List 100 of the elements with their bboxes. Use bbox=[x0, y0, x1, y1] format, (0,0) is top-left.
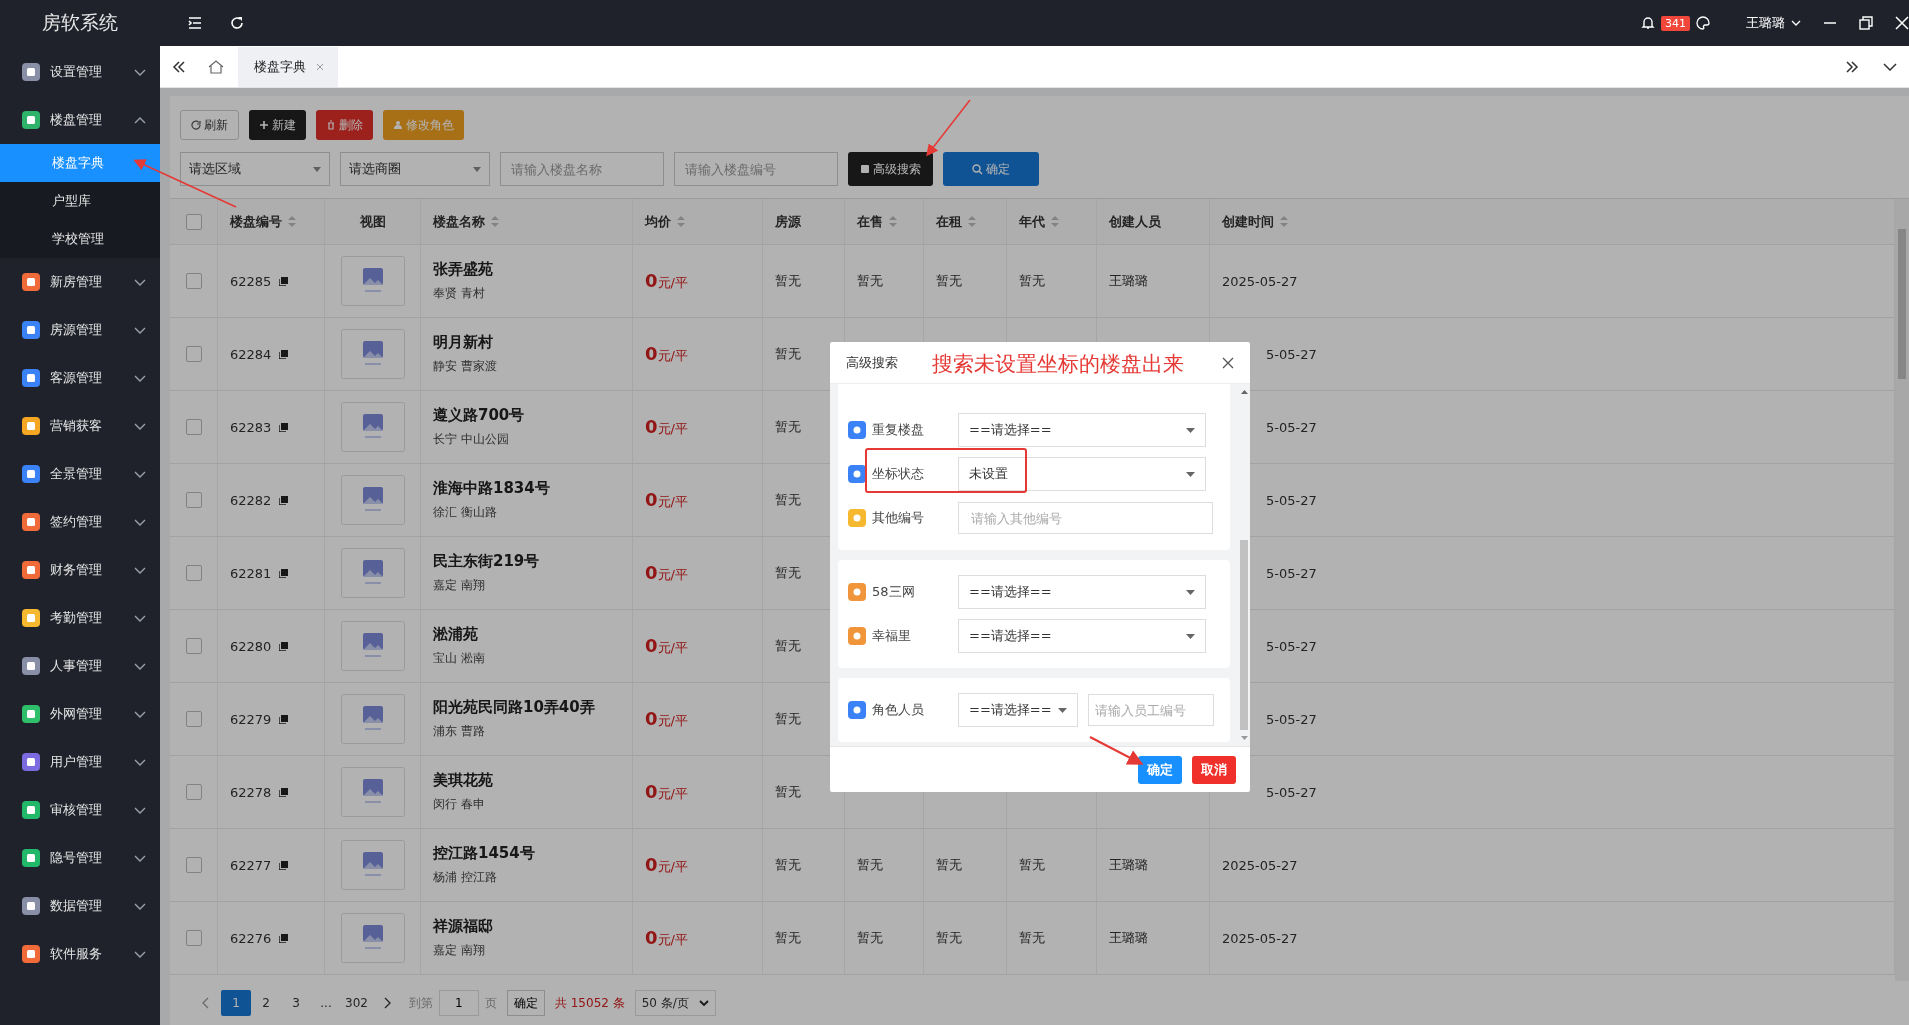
sidebar-item[interactable]: 软件服务 bbox=[0, 930, 160, 978]
building-name[interactable]: 祥源福邸 bbox=[433, 917, 493, 936]
checkbox[interactable] bbox=[185, 857, 202, 873]
checkbox[interactable] bbox=[185, 565, 202, 581]
select-field[interactable]: ==请选择== bbox=[958, 619, 1206, 653]
checkbox[interactable] bbox=[185, 213, 202, 230]
sidebar-item[interactable]: 用户管理 bbox=[0, 738, 160, 786]
copy-icon[interactable] bbox=[279, 933, 289, 943]
double-right-icon[interactable] bbox=[1845, 60, 1859, 73]
search-button[interactable]: 确定 bbox=[943, 152, 1039, 186]
copy-icon[interactable] bbox=[279, 276, 289, 286]
sidebar-item[interactable]: 全景管理 bbox=[0, 450, 160, 498]
copy-icon[interactable] bbox=[279, 714, 289, 724]
column-header[interactable]: 楼盘名称 bbox=[421, 199, 633, 244]
checkbox[interactable] bbox=[185, 638, 202, 654]
column-header[interactable]: 均价 bbox=[633, 199, 763, 244]
sidebar-item[interactable]: 考勤管理 bbox=[0, 594, 160, 642]
dialog-button[interactable]: 取消 bbox=[1192, 755, 1236, 784]
sidebar-item[interactable]: 客源管理 bbox=[0, 354, 160, 402]
building-name[interactable]: 明月新村 bbox=[433, 333, 493, 352]
checkbox[interactable] bbox=[185, 711, 202, 727]
column-header[interactable]: 楼盘编号 bbox=[218, 199, 325, 244]
page-button[interactable]: 302 bbox=[341, 990, 372, 1016]
sidebar-item[interactable]: 人事管理 bbox=[0, 642, 160, 690]
close-icon[interactable] bbox=[1222, 356, 1234, 369]
toolbar-button[interactable]: 刷新 bbox=[180, 110, 239, 140]
page-button[interactable]: ... bbox=[311, 990, 341, 1016]
tab[interactable]: 楼盘字典 bbox=[238, 46, 338, 87]
text-field[interactable]: 请输入楼盘编号 bbox=[674, 152, 838, 186]
copy-icon[interactable] bbox=[279, 787, 289, 797]
sidebar-item[interactable]: 外网管理 bbox=[0, 690, 160, 738]
checkbox[interactable] bbox=[185, 784, 202, 800]
page-button[interactable]: 2 bbox=[251, 990, 281, 1016]
go-button[interactable]: 确定 bbox=[506, 990, 545, 1016]
user-menu[interactable]: 王璐璐 bbox=[1746, 14, 1801, 32]
copy-icon[interactable] bbox=[279, 568, 289, 578]
page-field[interactable]: 1 bbox=[438, 990, 479, 1016]
copy-icon[interactable] bbox=[279, 349, 289, 359]
checkbox[interactable] bbox=[185, 930, 202, 946]
sidebar-item[interactable]: 楼盘管理 bbox=[0, 96, 160, 144]
column-header[interactable]: 房源 bbox=[763, 199, 845, 244]
bell-icon[interactable] bbox=[1641, 16, 1655, 30]
restore-icon[interactable] bbox=[1859, 16, 1873, 30]
sidebar-item[interactable]: 审核管理 bbox=[0, 786, 160, 834]
toolbar-button[interactable]: 删除 bbox=[316, 110, 373, 140]
column-header[interactable]: 视图 bbox=[325, 199, 421, 244]
chevron-right-icon[interactable] bbox=[383, 997, 391, 1009]
column-header[interactable]: 在售 bbox=[845, 199, 924, 244]
checkbox[interactable] bbox=[185, 492, 202, 508]
refresh-icon[interactable] bbox=[230, 16, 244, 30]
building-name[interactable]: 阳光苑民同路10弄40弄 bbox=[433, 698, 595, 717]
page-size-select[interactable]: 50 条/页 bbox=[634, 990, 716, 1016]
sidebar-item[interactable]: 财务管理 bbox=[0, 546, 160, 594]
building-name[interactable]: 淮海中路1834号 bbox=[433, 479, 550, 498]
sidebar-item[interactable]: 隐号管理 bbox=[0, 834, 160, 882]
select-field[interactable]: 请选区域 bbox=[180, 152, 330, 186]
copy-icon[interactable] bbox=[279, 860, 289, 870]
column-header[interactable]: 年代 bbox=[1007, 199, 1097, 244]
select-field[interactable]: 请选商圈 bbox=[340, 152, 490, 186]
checkbox[interactable] bbox=[185, 273, 202, 289]
select-field[interactable]: ==请选择== bbox=[958, 575, 1206, 609]
building-name[interactable]: 张弄盛苑 bbox=[433, 260, 493, 279]
sidebar-item[interactable]: 新房管理 bbox=[0, 258, 160, 306]
toolbar-button[interactable]: 新建 bbox=[249, 110, 306, 140]
page-button[interactable]: 1 bbox=[221, 990, 251, 1016]
home-icon[interactable] bbox=[208, 59, 224, 74]
sidebar-item[interactable]: 营销获客 bbox=[0, 402, 160, 450]
palette-icon[interactable] bbox=[1696, 16, 1710, 30]
building-name[interactable]: 淞浦苑 bbox=[433, 625, 478, 644]
text-field[interactable]: 请输入员工编号 bbox=[1088, 694, 1214, 726]
building-name[interactable]: 遵义路700号 bbox=[433, 406, 525, 425]
chevron-left-icon[interactable] bbox=[202, 997, 209, 1009]
checkbox[interactable] bbox=[185, 346, 202, 362]
select-field[interactable]: ==请选择== bbox=[958, 413, 1206, 447]
column-header[interactable]: 创建人员 bbox=[1097, 199, 1210, 244]
building-name[interactable]: 美琪花苑 bbox=[433, 771, 493, 790]
copy-icon[interactable] bbox=[279, 495, 289, 505]
building-name[interactable]: 控江路1454号 bbox=[433, 844, 535, 863]
sidebar-item[interactable]: 房源管理 bbox=[0, 306, 160, 354]
advanced-search-button[interactable]: 高级搜索 bbox=[848, 152, 933, 186]
page-button[interactable]: 3 bbox=[281, 990, 311, 1016]
select-field[interactable]: ==请选择== bbox=[958, 693, 1078, 727]
text-field[interactable]: 请输入其他编号 bbox=[958, 502, 1213, 534]
text-field[interactable]: 请输入楼盘名称 bbox=[500, 152, 664, 186]
double-left-icon[interactable] bbox=[172, 60, 186, 73]
sidebar-item[interactable]: 数据管理 bbox=[0, 882, 160, 930]
column-header[interactable]: 在租 bbox=[924, 199, 1007, 244]
scrollbar[interactable] bbox=[1895, 199, 1909, 981]
copy-icon[interactable] bbox=[279, 422, 289, 432]
sidebar-subitem[interactable]: 户型库 bbox=[0, 182, 160, 220]
sidebar-subitem[interactable]: 学校管理 bbox=[0, 220, 160, 258]
sidebar-item[interactable]: 设置管理 bbox=[0, 48, 160, 96]
menu-icon[interactable] bbox=[188, 17, 202, 29]
notification-badge: 341 bbox=[1661, 15, 1690, 31]
select-field[interactable]: 未设置 bbox=[958, 457, 1206, 491]
building-name[interactable]: 民主东街219号 bbox=[433, 552, 540, 571]
copy-icon[interactable] bbox=[279, 641, 289, 651]
chevron-down-icon[interactable] bbox=[1883, 62, 1897, 71]
sidebar-item[interactable]: 签约管理 bbox=[0, 498, 160, 546]
checkbox[interactable] bbox=[185, 419, 202, 435]
